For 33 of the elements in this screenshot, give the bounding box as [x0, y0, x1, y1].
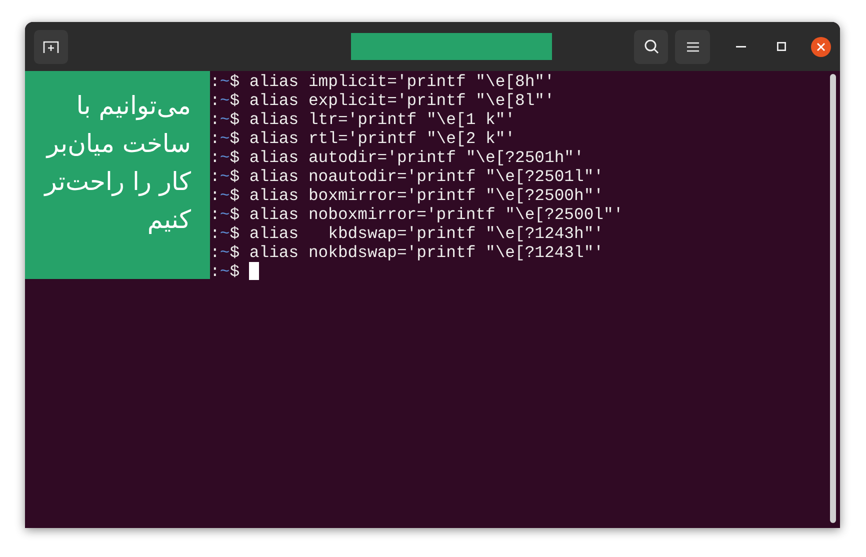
search-icon — [644, 39, 658, 54]
command-text: alias boxmirror='printf "\e[?2500h"' — [249, 186, 604, 205]
new-tab-button[interactable] — [34, 30, 68, 64]
command-text: alias nokbdswap='printf "\e[?1243l"' — [249, 243, 604, 262]
command-text: alias implicit='printf "\e[8h"' — [249, 72, 554, 91]
prompt: :~$ — [210, 224, 240, 243]
command-text: alias noautodir='printf "\e[?2501l"' — [249, 167, 604, 186]
prompt: :~$ — [210, 148, 240, 167]
note-text: می‌توانیم با ساخت میان‌بر کار را راحت‌تر کنیم — [42, 90, 191, 236]
new-tab-icon — [43, 40, 59, 54]
search-button[interactable] — [634, 30, 668, 64]
scrollbar[interactable] — [830, 74, 836, 523]
command-text: alias noboxmirror='printf "\e[?2500l"' — [249, 205, 624, 224]
prompt: :~$ — [210, 262, 240, 281]
minimize-icon — [736, 46, 746, 48]
prompt: :~$ — [210, 110, 240, 129]
prompt: :~$ — [210, 243, 240, 262]
menu-button[interactable] — [675, 30, 710, 64]
command-text: alias ltr='printf "\e[1 k"' — [249, 110, 515, 129]
prompt: :~$ — [210, 91, 240, 110]
prompt: :~$ — [210, 129, 240, 148]
command-text: alias autodir='printf "\e[?2501h"' — [249, 148, 584, 167]
close-icon — [817, 42, 825, 50]
maximize-icon — [776, 42, 786, 51]
close-button[interactable] — [811, 36, 831, 56]
command-text: alias explicit='printf "\e[8l"' — [249, 91, 554, 110]
prompt: :~$ — [210, 186, 240, 205]
command-text: alias kbdswap='printf "\e[?1243h"' — [249, 224, 604, 243]
prompt: :~$ — [210, 167, 240, 186]
prompt: :~$ — [210, 72, 240, 91]
command-text: alias rtl='printf "\e[2 k"' — [249, 129, 515, 148]
prompt: :~$ — [210, 205, 240, 224]
menu-icon — [686, 42, 698, 52]
